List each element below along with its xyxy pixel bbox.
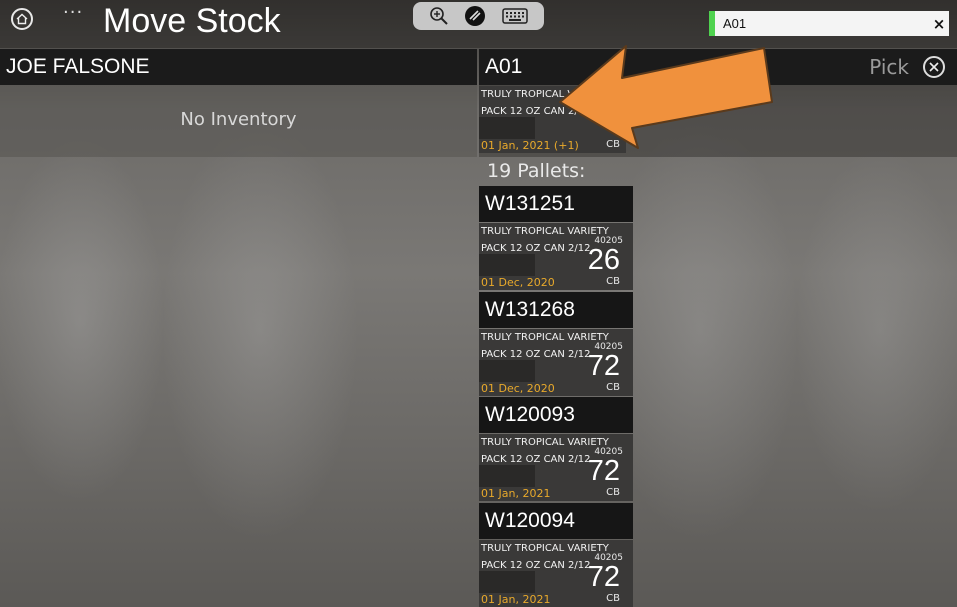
- user-header: JOE FALSONE: [0, 49, 477, 85]
- empty-inventory-text: No Inventory: [180, 108, 297, 130]
- item-date: 01 Dec, 2020: [481, 276, 555, 289]
- pallet-tile[interactable]: TRULY TROPICAL VARIETY 40205 PACK 12 OZ …: [479, 329, 633, 396]
- close-location-button[interactable]: [923, 56, 945, 78]
- pallet-header[interactable]: W120093: [479, 397, 633, 433]
- more-menu-button[interactable]: ···: [63, 2, 83, 23]
- pallet-id: W120093: [485, 403, 575, 426]
- pick-button[interactable]: Pick: [869, 55, 909, 79]
- item-pack: PACK 12 OZ CAN 2/12: [481, 349, 591, 360]
- pallet-count: 19 Pallets:: [487, 160, 586, 182]
- pallet-id: W131251: [485, 192, 575, 215]
- scan-off-icon: [465, 6, 486, 26]
- tile-shade: [479, 360, 535, 382]
- tile-shade: [479, 571, 535, 593]
- location-search: ×: [709, 11, 949, 36]
- item-description: TRULY TROPICAL VARIETY: [481, 437, 609, 448]
- item-quantity: 26: [587, 244, 620, 276]
- pallet-id: W131268: [485, 298, 575, 321]
- pallet-tile[interactable]: TRULY TROPICAL VARIETY 40205 PACK 12 OZ …: [479, 434, 633, 501]
- item-pack: PACK 12 OZ CAN 2/12: [481, 560, 591, 571]
- home-button[interactable]: [11, 8, 33, 30]
- item-date: 01 Dec, 2020: [481, 382, 555, 395]
- pallet-tile[interactable]: TRULY TROPICAL VARIETY 40205 PACK 12 OZ …: [479, 540, 633, 607]
- item-quantity: 72: [587, 455, 620, 487]
- keyboard-icon: [502, 8, 528, 24]
- annotation-arrow-icon: [559, 45, 773, 149]
- item-pack: PACK 12 OZ CAN 2/12: [481, 454, 591, 465]
- user-name: JOE FALSONE: [6, 55, 150, 78]
- pallet-header[interactable]: W120094: [479, 503, 633, 539]
- item-unit: CB: [606, 487, 620, 498]
- zoom-in-icon: [430, 7, 448, 25]
- pallet-header[interactable]: W131251: [479, 186, 633, 222]
- clear-input-button[interactable]: ×: [929, 15, 949, 33]
- item-quantity: 72: [587, 350, 620, 382]
- item-unit: CB: [606, 276, 620, 287]
- item-description: TRULY TROPICAL VARIETY: [481, 332, 609, 343]
- tile-shade: [479, 254, 535, 276]
- location-input[interactable]: [715, 15, 929, 32]
- pallet-id: W120094: [485, 509, 575, 532]
- item-description: TRULY TROPICAL VARIETY: [481, 226, 609, 237]
- item-unit: CB: [606, 593, 620, 604]
- user-inventory: No Inventory: [0, 85, 477, 157]
- item-date: 01 Jan, 2021: [481, 593, 551, 606]
- item-quantity: 72: [587, 561, 620, 593]
- keyboard-button[interactable]: [502, 7, 528, 25]
- item-pack: PACK 12 OZ CAN 2/12: [481, 243, 591, 254]
- scan-toggle-button[interactable]: [464, 5, 486, 27]
- tool-pill: [413, 2, 544, 30]
- home-icon: [16, 13, 28, 25]
- item-unit: CB: [606, 382, 620, 393]
- zoom-in-button[interactable]: [429, 6, 449, 26]
- tile-shade: [479, 117, 535, 139]
- pallet-tile[interactable]: TRULY TROPICAL VARIETY 40205 PACK 12 OZ …: [479, 223, 633, 290]
- item-date: 01 Jan, 2021: [481, 487, 551, 500]
- top-bar: ··· Move Stock A01 ×: [0, 0, 957, 48]
- page-title: Move Stock: [103, 2, 281, 40]
- pallet-header[interactable]: W131268: [479, 292, 633, 328]
- close-icon: [929, 62, 939, 72]
- tile-shade: [479, 465, 535, 487]
- item-description: TRULY TROPICAL VARIETY: [481, 543, 609, 554]
